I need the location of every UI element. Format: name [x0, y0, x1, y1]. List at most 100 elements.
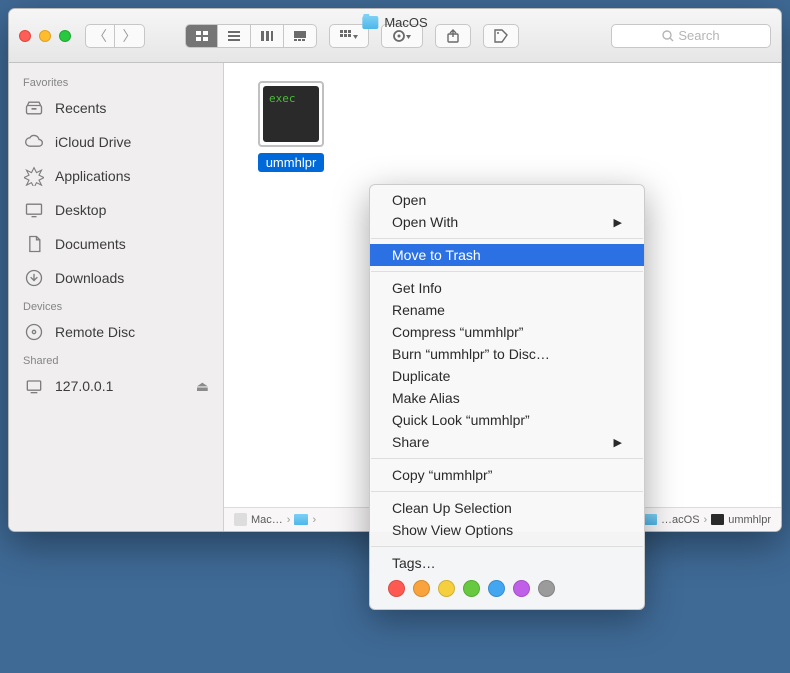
tag-blue[interactable] — [488, 580, 505, 597]
chevron-right-icon: › — [287, 514, 291, 526]
window-controls — [19, 30, 71, 42]
documents-icon — [23, 233, 45, 255]
titlebar: 〈 〉 MacOS — [9, 9, 781, 63]
close-button[interactable] — [19, 30, 31, 42]
menu-item-make-alias[interactable]: Make Alias — [370, 387, 644, 409]
tag-purple[interactable] — [513, 580, 530, 597]
menu-item-share[interactable]: Share▶ — [370, 431, 644, 453]
gallery-icon — [293, 30, 307, 42]
file-name[interactable]: ummhlpr — [258, 153, 325, 172]
sidebar-item-applications[interactable]: Applications — [9, 159, 223, 193]
applications-icon — [23, 165, 45, 187]
sidebar-item-shared-host[interactable]: 127.0.0.1 ⏏ — [9, 369, 223, 403]
search-placeholder: Search — [678, 28, 719, 43]
sidebar-item-label: iCloud Drive — [55, 134, 131, 150]
menu-item-view-options[interactable]: Show View Options — [370, 519, 644, 541]
sidebar-item-downloads[interactable]: Downloads — [9, 261, 223, 295]
path-segment-ellipsis[interactable]: › — [294, 514, 316, 526]
menu-item-burn[interactable]: Burn “ummhlpr” to Disc… — [370, 343, 644, 365]
desktop-icon — [23, 199, 45, 221]
sidebar-heading-favorites: Favorites — [9, 71, 223, 91]
menu-label: Copy “ummhlpr” — [392, 467, 492, 483]
back-button[interactable]: 〈 — [85, 24, 115, 48]
menu-label: Burn “ummhlpr” to Disc… — [392, 346, 550, 362]
menu-item-copy[interactable]: Copy “ummhlpr” — [370, 464, 644, 486]
nav-buttons: 〈 〉 — [85, 24, 145, 48]
menu-item-compress[interactable]: Compress “ummhlpr” — [370, 321, 644, 343]
file-item[interactable]: exec ummhlpr — [248, 81, 334, 172]
list-icon — [227, 30, 241, 42]
menu-item-move-to-trash[interactable]: Move to Trash — [370, 244, 644, 266]
menu-item-clean-up[interactable]: Clean Up Selection — [370, 497, 644, 519]
sidebar-item-label: Downloads — [55, 270, 124, 286]
chevron-right-icon: › — [704, 514, 708, 526]
path-segment-root[interactable]: Mac… › — [234, 513, 290, 526]
chevron-right-icon: 〉 — [123, 26, 137, 46]
tag-icon — [494, 29, 508, 43]
tag-gray[interactable] — [538, 580, 555, 597]
gallery-view-button[interactable] — [284, 24, 317, 48]
menu-label: Tags… — [392, 555, 436, 571]
menu-label: Rename — [392, 302, 445, 318]
column-view-button[interactable] — [251, 24, 284, 48]
menu-label: Get Info — [392, 280, 442, 296]
sidebar-item-desktop[interactable]: Desktop — [9, 193, 223, 227]
tags-button[interactable] — [483, 24, 519, 48]
window-title: MacOS — [362, 15, 427, 30]
menu-item-open[interactable]: Open — [370, 189, 644, 211]
menu-item-open-with[interactable]: Open With▶ — [370, 211, 644, 233]
tag-orange[interactable] — [413, 580, 430, 597]
forward-button[interactable]: 〉 — [115, 24, 145, 48]
menu-label: Compress “ummhlpr” — [392, 324, 523, 340]
menu-item-get-info[interactable]: Get Info — [370, 277, 644, 299]
menu-item-duplicate[interactable]: Duplicate — [370, 365, 644, 387]
tag-green[interactable] — [463, 580, 480, 597]
eject-icon[interactable]: ⏏ — [196, 378, 209, 395]
recents-icon — [23, 97, 45, 119]
menu-separator — [371, 546, 643, 547]
downloads-icon — [23, 267, 45, 289]
sidebar-item-documents[interactable]: Documents — [9, 227, 223, 261]
sidebar-item-icloud[interactable]: iCloud Drive — [9, 125, 223, 159]
sidebar-item-label: 127.0.0.1 — [55, 378, 113, 394]
menu-label: Quick Look “ummhlpr” — [392, 412, 530, 428]
sidebar-item-label: Desktop — [55, 202, 106, 218]
path-text: ummhlpr — [728, 514, 771, 526]
sidebar-item-label: Remote Disc — [55, 324, 135, 340]
path-text: Mac… — [251, 514, 283, 526]
menu-label: Open — [392, 192, 426, 208]
arrange-icon — [340, 30, 358, 42]
zoom-button[interactable] — [59, 30, 71, 42]
menu-separator — [371, 458, 643, 459]
menu-separator — [371, 271, 643, 272]
exec-file-icon: exec — [258, 81, 324, 147]
minimize-button[interactable] — [39, 30, 51, 42]
menu-item-tags[interactable]: Tags… — [370, 552, 644, 574]
disc-icon — [23, 321, 45, 343]
search-input[interactable]: Search — [611, 24, 771, 48]
tag-red[interactable] — [388, 580, 405, 597]
sidebar-item-recents[interactable]: Recents — [9, 91, 223, 125]
path-segment-file[interactable]: ummhlpr — [711, 514, 771, 526]
gear-icon — [392, 29, 412, 43]
server-icon — [23, 375, 45, 397]
list-view-button[interactable] — [218, 24, 251, 48]
menu-item-rename[interactable]: Rename — [370, 299, 644, 321]
title-text: MacOS — [384, 15, 427, 30]
sidebar-item-label: Recents — [55, 100, 106, 116]
grid-icon — [195, 30, 209, 42]
path-segment-folder[interactable]: …acOS › — [643, 514, 707, 526]
share-button[interactable] — [435, 24, 471, 48]
menu-separator — [371, 491, 643, 492]
sidebar-item-label: Documents — [55, 236, 126, 252]
tag-yellow[interactable] — [438, 580, 455, 597]
tag-color-row — [370, 574, 644, 605]
folder-icon — [294, 514, 308, 525]
icon-view-button[interactable] — [185, 24, 218, 48]
menu-label: Open With — [392, 214, 458, 230]
sidebar-heading-shared: Shared — [9, 349, 223, 369]
menu-item-quick-look[interactable]: Quick Look “ummhlpr” — [370, 409, 644, 431]
path-text: …acOS — [661, 514, 700, 526]
sidebar-item-remote-disc[interactable]: Remote Disc — [9, 315, 223, 349]
exec-label: exec — [269, 92, 296, 105]
